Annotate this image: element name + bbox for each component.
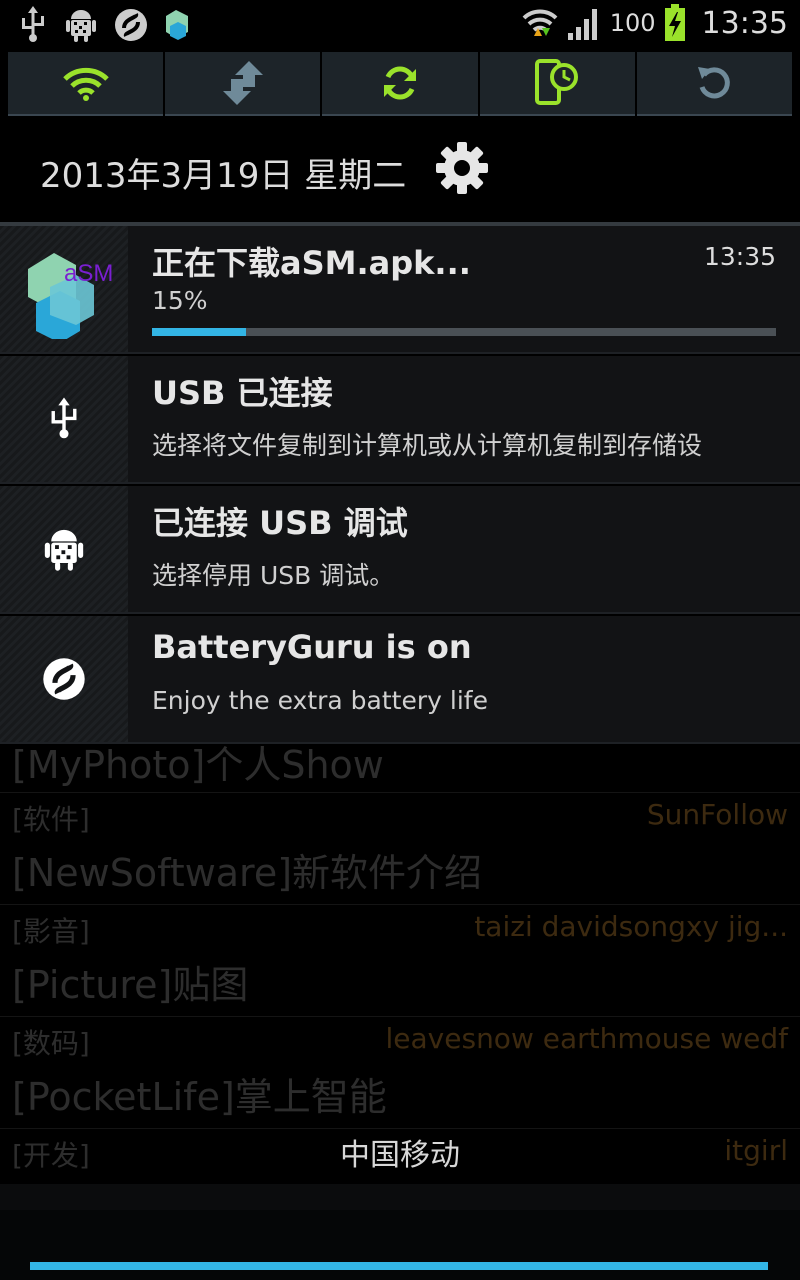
batteryguru-icon: [43, 658, 85, 700]
mobile-data-icon: [222, 61, 263, 105]
batteryguru-icon: [115, 9, 147, 41]
forum-moderators: leavesnow earthmouse wedf: [385, 1022, 788, 1055]
wifi-signal-icon: [522, 9, 558, 36]
shade-drag-handle[interactable]: [30, 1262, 768, 1270]
download-progress-text: 15%: [152, 286, 208, 315]
forum-title: [MyPhoto]个人Show: [12, 744, 384, 787]
notification-title: USB 已连接: [152, 374, 333, 412]
date-row: 2013年3月19日 星期二: [0, 118, 800, 222]
notification-download[interactable]: aSM 正在下载aSM.apk... 13:35 15%: [0, 226, 800, 354]
forum-category: [影音]: [12, 915, 90, 948]
forum-moderators: taizi davidsongxy jig...: [474, 910, 788, 943]
sync-icon: [384, 66, 416, 100]
battery-percent: 100: [609, 9, 656, 37]
download-app-icon-cell: aSM: [0, 226, 128, 352]
date-text: 2013年3月19日 星期二: [40, 156, 407, 196]
forum-category: [软件]: [12, 803, 90, 836]
android-debug-icon: [66, 10, 96, 42]
notification-title: 正在下载aSM.apk...: [152, 244, 471, 282]
settings-gear-icon[interactable]: [434, 140, 490, 196]
asm-icon-label: aSM: [64, 260, 113, 287]
status-system-icons: 100 13:35: [522, 4, 788, 42]
debug-icon-cell: [0, 486, 128, 612]
notification-time: 13:35: [703, 242, 776, 271]
list-divider: [0, 1128, 800, 1129]
notification-title: 已连接 USB 调试: [152, 504, 408, 542]
auto-rotate-toggle[interactable]: [636, 52, 793, 116]
download-progress-fill: [152, 328, 246, 336]
cell-signal-icon: [567, 9, 597, 40]
android-debug-icon: [44, 529, 84, 571]
usb-icon-cell: [0, 356, 128, 482]
notification-shade-bottom: [0, 1184, 800, 1280]
status-bar: 100 13:35: [0, 0, 800, 50]
battery-charging-icon: [664, 4, 685, 41]
forum-title: [PocketLife]掌上智能: [12, 1075, 387, 1119]
forum-title: [NewSoftware]新软件介绍: [12, 851, 483, 895]
mobile-data-toggle[interactable]: [165, 52, 321, 116]
download-progress-bar: [152, 328, 776, 336]
notification-subtitle: 选择将文件复制到计算机或从计算机复制到存储设: [152, 431, 703, 460]
list-divider: [0, 904, 800, 905]
background-forum-list: [MyPhoto]个人Show [软件] SunFollow [NewSoftw…: [0, 744, 800, 1184]
screen-timeout-icon: [535, 59, 579, 105]
auto-rotate-icon: [698, 67, 731, 99]
notification-title: BatteryGuru is on: [152, 628, 472, 666]
forum-category: [数码]: [12, 1027, 90, 1060]
forum-moderators: SunFollow: [646, 798, 788, 831]
screen-timeout-toggle[interactable]: [479, 52, 635, 116]
usb-icon: [22, 6, 44, 42]
status-notification-icons: [18, 6, 190, 44]
usb-icon: [51, 397, 77, 439]
notification-usb-debugging[interactable]: 已连接 USB 调试 选择停用 USB 调试。: [0, 486, 800, 614]
batteryguru-icon-cell: [0, 616, 128, 742]
notification-subtitle: Enjoy the extra battery life: [152, 686, 488, 715]
wifi-toggle[interactable]: [8, 52, 164, 116]
wifi-icon: [62, 67, 109, 101]
asm-app-icon: [166, 10, 188, 40]
notification-batteryguru[interactable]: BatteryGuru is on Enjoy the extra batter…: [0, 616, 800, 744]
notification-subtitle: 选择停用 USB 调试。: [152, 561, 395, 590]
quick-settings-bar: [8, 52, 793, 116]
carrier-label: 中国移动: [340, 1138, 460, 1173]
list-divider: [0, 1016, 800, 1017]
forum-title: [Picture]贴图: [12, 963, 249, 1007]
list-divider: [0, 792, 800, 793]
notification-usb-connected[interactable]: USB 已连接 选择将文件复制到计算机或从计算机复制到存储设: [0, 356, 800, 484]
sync-toggle[interactable]: [322, 52, 478, 116]
asm-app-icon: aSM: [28, 253, 113, 339]
shade-bottom-strip: [0, 1184, 800, 1210]
status-time: 13:35: [701, 5, 788, 41]
